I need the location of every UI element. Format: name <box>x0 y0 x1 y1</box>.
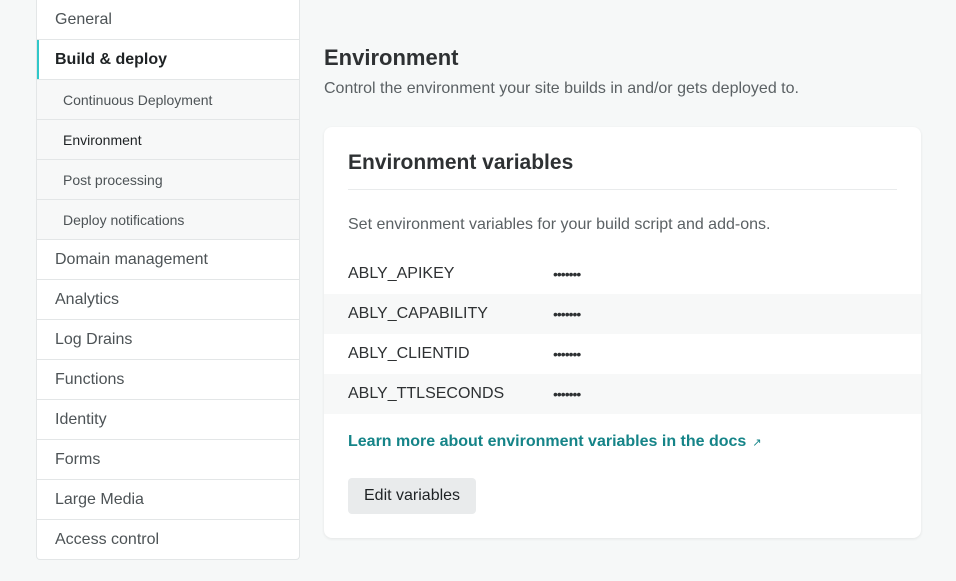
sidebar-item-label: Domain management <box>55 250 208 268</box>
env-variable-row: ABLY_CLIENTID ••••••• <box>324 334 921 374</box>
sidebar-item-identity[interactable]: Identity <box>37 400 299 440</box>
settings-sidebar: General Build & deploy Continuous Deploy… <box>36 0 300 560</box>
sidebar-item-label: Large Media <box>55 490 144 508</box>
page-title: Environment <box>324 45 459 70</box>
sidebar-item-forms[interactable]: Forms <box>37 440 299 480</box>
sidebar-item-log-drains[interactable]: Log Drains <box>37 320 299 360</box>
sidebar-item-label: Functions <box>55 370 125 388</box>
sidebar-item-label: Access control <box>55 531 160 548</box>
sidebar-item-functions[interactable]: Functions <box>37 360 299 400</box>
card-description: Set environment variables for your build… <box>348 216 771 233</box>
env-variable-masked-value: ••••••• <box>553 266 581 282</box>
env-variable-masked-value: ••••••• <box>553 306 581 322</box>
sidebar-item-large-media[interactable]: Large Media <box>37 480 299 520</box>
sidebar-subitem-label: Deploy notifications <box>63 211 185 228</box>
env-variable-key: ABLY_CLIENTID <box>348 345 470 362</box>
env-variable-key: ABLY_TTLSECONDS <box>348 385 505 402</box>
sidebar-item-label: Build & deploy <box>55 50 167 68</box>
env-variable-masked-value: ••••••• <box>553 346 581 362</box>
sidebar-subitem-continuous-deployment[interactable]: Continuous Deployment <box>37 80 299 120</box>
sidebar-item-label: Analytics <box>55 290 120 308</box>
sidebar-item-analytics[interactable]: Analytics <box>37 280 299 320</box>
sidebar-item-label: Log Drains <box>55 330 133 348</box>
environment-variables-card: Environment variables Set environment va… <box>324 127 921 538</box>
environment-variables-docs-link[interactable]: Learn more about environment variables i… <box>348 433 762 451</box>
sidebar-subitem-environment[interactable]: Environment <box>37 120 299 160</box>
sidebar-item-general[interactable]: General <box>37 0 299 40</box>
env-variable-key: ABLY_CAPABILITY <box>348 305 488 322</box>
sidebar-item-label: Forms <box>55 450 101 468</box>
sidebar-item-label: General <box>55 10 112 28</box>
env-variable-key: ABLY_APIKEY <box>348 265 455 282</box>
edit-variables-button[interactable]: Edit variables <box>348 478 477 514</box>
sidebar-subitem-label: Environment <box>63 131 142 148</box>
env-variable-row: ABLY_APIKEY ••••••• <box>324 254 921 294</box>
sidebar-item-access-control[interactable]: Access control <box>37 520 299 559</box>
env-variable-row: ABLY_TTLSECONDS ••••••• <box>324 374 921 414</box>
sidebar-item-domain-management[interactable]: Domain management <box>37 240 299 280</box>
sidebar-subitem-label: Post processing <box>63 171 163 188</box>
docs-link-label: Learn more about environment variables i… <box>348 433 747 450</box>
sidebar-subitem-post-processing[interactable]: Post processing <box>37 160 299 200</box>
sidebar-item-label: Identity <box>55 410 107 428</box>
card-title: Environment variables <box>348 151 574 174</box>
env-variable-row: ABLY_CAPABILITY ••••••• <box>324 294 921 334</box>
sidebar-item-build-deploy[interactable]: Build & deploy <box>37 40 299 80</box>
env-variable-list: ABLY_APIKEY ••••••• ABLY_CAPABILITY ••••… <box>324 254 921 414</box>
external-link-icon: ↗ <box>752 437 762 449</box>
page-description: Control the environment your site builds… <box>324 80 799 97</box>
sidebar-subitem-label: Continuous Deployment <box>63 91 213 108</box>
card-divider <box>348 189 897 190</box>
env-variable-masked-value: ••••••• <box>553 386 581 402</box>
sidebar-subitem-deploy-notifications[interactable]: Deploy notifications <box>37 200 299 240</box>
